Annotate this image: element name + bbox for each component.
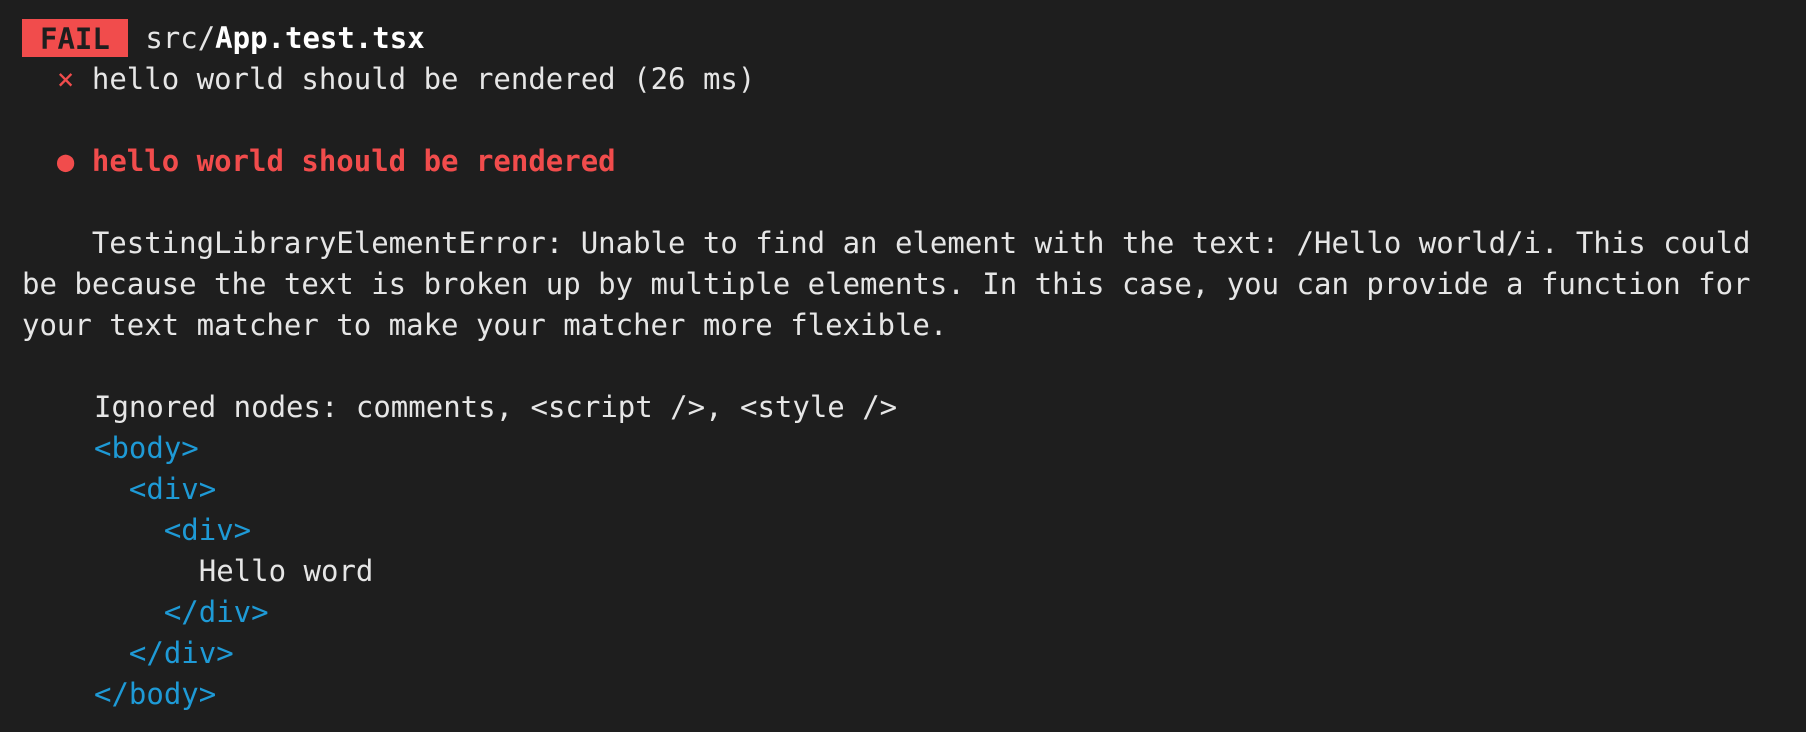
dom-dump-line: </div> (22, 633, 1806, 674)
dom-dump: <body> <div> <div> Hello word </div> </d… (22, 428, 1806, 715)
error-message: TestingLibraryElementError: Unable to fi… (22, 223, 1784, 346)
dom-dump-indent (94, 595, 164, 629)
failure-heading: ● hello world should be rendered (22, 141, 1806, 182)
test-result-label: hello world should be rendered (26 ms) (91, 62, 756, 96)
dom-dump-indent (94, 472, 129, 506)
test-file-header: FAIL src/App.test.tsx (22, 18, 1806, 59)
dom-dump-tag: <div> (128, 472, 217, 506)
failure-title: hello world should be rendered (91, 144, 616, 178)
dom-dump-text: Hello word (198, 554, 374, 588)
dom-dump-line: </body> (22, 674, 1806, 715)
dom-dump-line: </div> (22, 592, 1806, 633)
dom-dump-indent (94, 636, 129, 670)
dom-dump-line: <body> (22, 428, 1806, 469)
dom-dump-tag: </div> (128, 636, 234, 670)
dom-dump-indent (94, 513, 164, 547)
fail-cross-icon: × (56, 62, 75, 96)
dom-dump-tag: <body> (94, 431, 199, 465)
dom-dump-tag: </body> (94, 677, 217, 711)
dom-dump-line: <div> (22, 510, 1806, 551)
dom-dump-line: Hello word (22, 551, 1806, 592)
ignored-nodes-note: Ignored nodes: comments, <script />, <st… (94, 390, 898, 424)
dom-dump-tag: </div> (163, 595, 269, 629)
terminal-output: FAIL src/App.test.tsx × hello world shou… (0, 0, 1806, 732)
dom-dump-tag: <div> (163, 513, 252, 547)
test-result-row: × hello world should be rendered (26 ms) (22, 59, 1806, 100)
failure-bullet-icon: ● (56, 144, 75, 178)
error-message-text: TestingLibraryElementError: Unable to fi… (22, 226, 1751, 342)
dom-dump-indent (94, 554, 199, 588)
test-file-name: App.test.tsx (215, 21, 425, 55)
test-file-dir: src/ (145, 21, 216, 55)
error-indent (22, 226, 92, 260)
dom-dump-line: <div> (22, 469, 1806, 510)
fail-badge: FAIL (22, 19, 128, 57)
